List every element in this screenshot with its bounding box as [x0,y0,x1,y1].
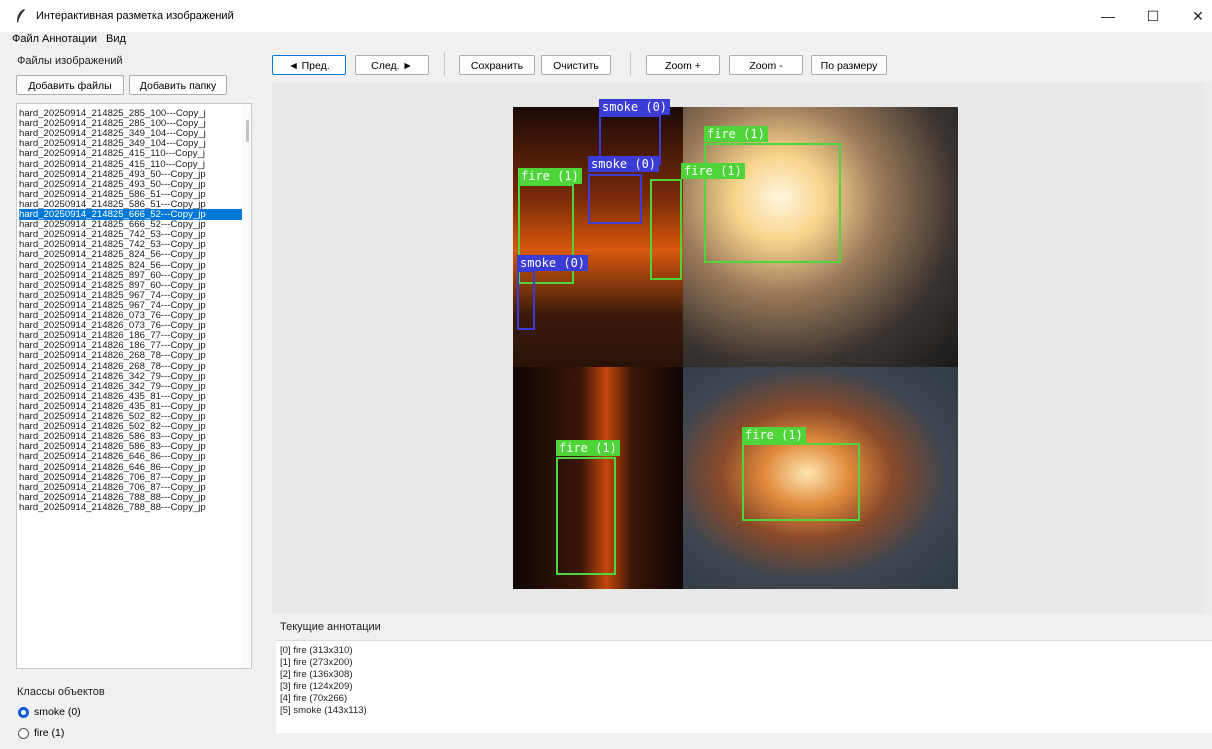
annotated-image[interactable]: smoke (0) smoke (0) fire (1) fire (1) fi… [513,99,958,589]
menu-bar: Файл Аннотации Вид [0,32,1212,48]
toolbar-separator [444,52,445,76]
annotation-box-fire[interactable] [742,443,860,521]
window-title: Интерактивная разметка изображений [36,10,234,22]
box-label-smoke: smoke (0) [517,255,589,271]
title-bar: Интерактивная разметка изображений — ☐ ✕ [0,0,1212,32]
zoom-in-button[interactable]: Zoom + [646,55,720,75]
file-list[interactable]: hard_20250914_214825_285_100---Copy_j har… [16,103,252,669]
box-label-fire: fire (1) [742,427,806,443]
menu-file[interactable]: Файл [12,33,39,45]
annotation-box-smoke[interactable] [588,174,642,224]
radio-selected-icon[interactable] [18,706,29,718]
annotation-box-fire[interactable] [556,457,616,575]
annotations-horizontal-scrollbar[interactable] [272,736,1212,749]
classes-group-title: Классы объектов [15,686,107,698]
annotations-list[interactable]: [0] fire (313x310) [1] fire (273x200) [2… [276,640,1212,733]
minimize-button[interactable]: — [1093,6,1123,26]
add-files-button[interactable]: Добавить файлы [16,75,124,95]
annotation-item[interactable]: [1] fire (273x200) [280,657,353,668]
canvas-vertical-scrollbar[interactable] [1204,82,1212,614]
annotation-box-smoke[interactable] [517,270,535,330]
save-button[interactable]: Сохранить [459,55,535,75]
annotation-item[interactable]: [3] fire (124x209) [280,681,353,692]
next-button[interactable]: След. ► [355,55,429,75]
box-label-fire: fire (1) [518,168,582,184]
toolbar-separator [630,52,631,76]
menu-view[interactable]: Вид [106,33,126,45]
annotation-item[interactable]: [0] fire (313x310) [280,645,353,656]
annotation-item[interactable]: [4] fire (70x266) [280,693,347,704]
file-list-scroll-thumb[interactable] [246,120,249,142]
annotation-item[interactable]: [5] smoke (143x113) [280,705,367,716]
class-radio-smoke[interactable]: smoke (0) [18,706,81,718]
radio-empty-icon[interactable] [18,727,29,739]
zoom-out-button[interactable]: Zoom - [729,55,803,75]
box-label-smoke: smoke (0) [599,99,671,115]
files-group-title: Файлы изображений [15,55,125,67]
clear-button[interactable]: Очистить [541,55,611,75]
close-button[interactable]: ✕ [1183,6,1212,26]
add-folder-button[interactable]: Добавить папку [129,75,227,95]
annotations-group-title: Текущие аннотации [278,621,383,633]
file-list-item[interactable]: hard_20250914_214826_788_88---Copy_jp [19,502,243,513]
fit-button[interactable]: По размеру [811,55,887,75]
menu-annotations[interactable]: Аннотации [42,33,97,45]
prev-button[interactable]: ◄ Пред. [272,55,346,75]
class-radio-fire[interactable]: fire (1) [18,727,64,739]
feather-icon [17,9,25,23]
class-label-smoke: smoke (0) [34,706,81,718]
annotation-item[interactable]: [2] fire (136x308) [280,669,353,680]
annotation-box-fire[interactable] [704,143,841,263]
box-label-fire: fire (1) [556,440,620,456]
box-label-smoke: smoke (0) [588,156,660,172]
annotation-box-fire[interactable] [650,179,682,280]
box-label-fire: fire (1) [704,126,768,142]
box-label-fire: fire (1) [681,163,745,179]
file-list-scrollbar[interactable] [242,105,250,667]
maximize-button[interactable]: ☐ [1138,6,1168,26]
class-label-fire: fire (1) [34,727,65,739]
